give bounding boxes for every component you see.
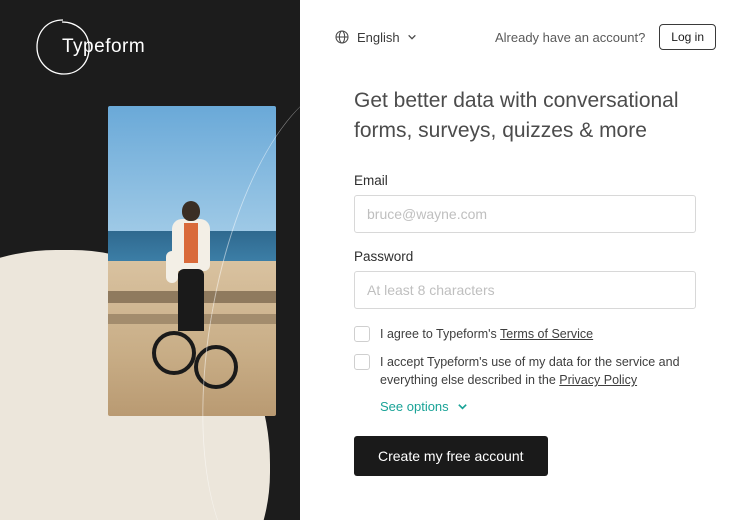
privacy-link[interactable]: Privacy Policy bbox=[559, 373, 637, 387]
topbar-right: Already have an account? Log in bbox=[495, 24, 716, 50]
chevron-down-icon bbox=[457, 401, 468, 412]
create-account-button[interactable]: Create my free account bbox=[354, 436, 548, 476]
brand-panel: Typeform bbox=[0, 0, 300, 520]
privacy-row: I accept Typeform's use of my data for t… bbox=[354, 353, 696, 389]
privacy-checkbox[interactable] bbox=[354, 354, 370, 370]
tos-prefix: I agree to Typeform's bbox=[380, 327, 500, 341]
app-frame: Typeform bbox=[0, 0, 750, 520]
signup-content: Get better data with conversational form… bbox=[334, 86, 716, 476]
bicycle-illustration bbox=[148, 301, 248, 401]
email-label: Email bbox=[354, 173, 696, 188]
login-button[interactable]: Log in bbox=[659, 24, 716, 50]
brand-logo: Typeform bbox=[62, 36, 145, 58]
language-label: English bbox=[357, 30, 400, 45]
tos-checkbox[interactable] bbox=[354, 326, 370, 342]
chevron-down-icon bbox=[407, 32, 417, 42]
see-options-label: See options bbox=[380, 399, 449, 414]
topbar: English Already have an account? Log in bbox=[334, 24, 716, 50]
password-field[interactable] bbox=[354, 271, 696, 309]
signup-panel: English Already have an account? Log in … bbox=[300, 0, 750, 520]
language-selector[interactable]: English bbox=[334, 29, 417, 45]
already-have-account-text: Already have an account? bbox=[495, 30, 645, 45]
tos-text: I agree to Typeform's Terms of Service bbox=[380, 325, 593, 343]
hero-image bbox=[108, 106, 276, 416]
page-headline: Get better data with conversational form… bbox=[354, 86, 696, 147]
privacy-text: I accept Typeform's use of my data for t… bbox=[380, 353, 696, 389]
email-field[interactable] bbox=[354, 195, 696, 233]
tos-link[interactable]: Terms of Service bbox=[500, 327, 593, 341]
globe-icon bbox=[334, 29, 350, 45]
tos-row: I agree to Typeform's Terms of Service bbox=[354, 325, 696, 343]
password-label: Password bbox=[354, 249, 696, 264]
see-options-toggle[interactable]: See options bbox=[380, 399, 696, 414]
